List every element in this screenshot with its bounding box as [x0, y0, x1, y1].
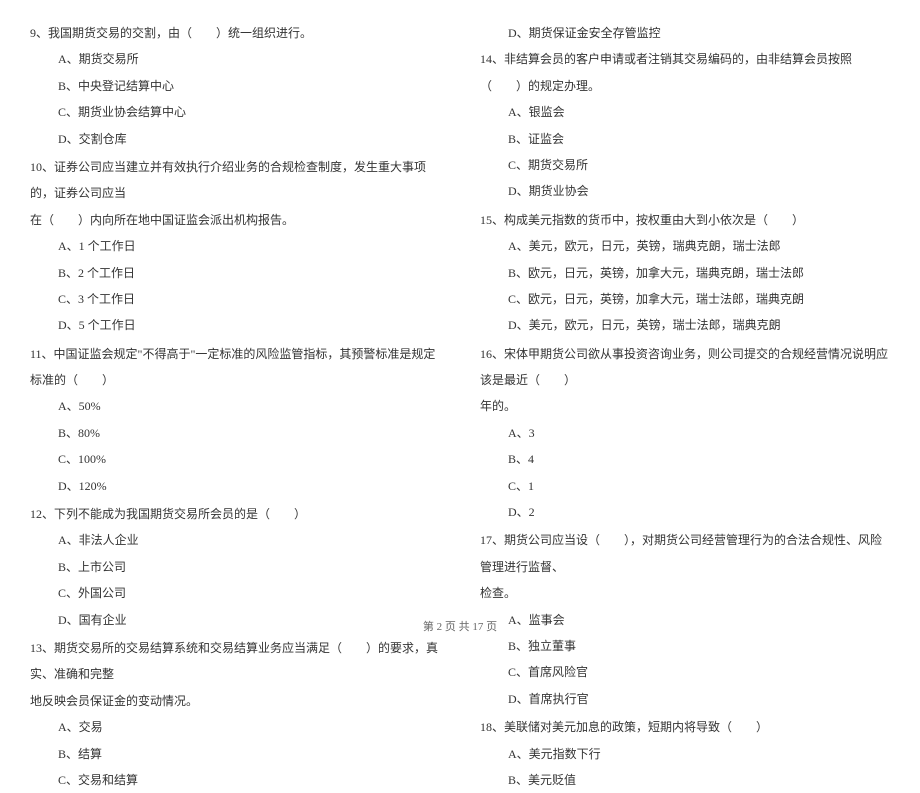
question-text: 15、构成美元指数的货币中，按权重由大到小依次是（ ）	[480, 207, 890, 233]
question-18: 18、美联储对美元加息的政策，短期内将导致（ ） A、美元指数下行 B、美元贬值	[480, 714, 890, 793]
question-text-line1: 10、证券公司应当建立并有效执行介绍业务的合规检查制度，发生重大事项的，证券公司…	[30, 154, 440, 207]
option-d: D、5 个工作日	[30, 312, 440, 338]
option-a: A、美元指数下行	[480, 741, 890, 767]
question-text-line1: 16、宋体甲期货公司欲从事投资咨询业务，则公司提交的合规经营情况说明应该是最近（…	[480, 341, 890, 394]
option-c: C、首席风险官	[480, 659, 890, 685]
option-b: B、4	[480, 446, 890, 472]
option-b: B、80%	[30, 420, 440, 446]
question-13: 13、期货交易所的交易结算系统和交易结算业务应当满足（ ）的要求，真实、准确和完…	[30, 635, 440, 793]
question-11: 11、中国证监会规定"不得高于"一定标准的风险监管指标，其预警标准是规定标准的（…	[30, 341, 440, 499]
option-c: C、期货交易所	[480, 152, 890, 178]
option-a: A、3	[480, 420, 890, 446]
question-14: 14、非结算会员的客户申请或者注销其交易编码的，由非结算会员按照（ ）的规定办理…	[480, 46, 890, 204]
option-a: A、交易	[30, 714, 440, 740]
option-d: D、国有企业	[30, 607, 440, 633]
option-a: A、银监会	[480, 99, 890, 125]
question-text: 14、非结算会员的客户申请或者注销其交易编码的，由非结算会员按照（ ）的规定办理…	[480, 46, 890, 99]
question-10: 10、证券公司应当建立并有效执行介绍业务的合规检查制度，发生重大事项的，证券公司…	[30, 154, 440, 339]
question-text: 12、下列不能成为我国期货交易所会员的是（ ）	[30, 501, 440, 527]
option-c: C、欧元，日元，英镑，加拿大元，瑞士法郎，瑞典克朗	[480, 286, 890, 312]
option-b: B、中央登记结算中心	[30, 73, 440, 99]
option-a: A、美元，欧元，日元，英镑，瑞典克朗，瑞士法郎	[480, 233, 890, 259]
question-text-line2: 检查。	[480, 580, 890, 606]
question-17: 17、期货公司应当设（ ），对期货公司经营管理行为的合法合规性、风险管理进行监督…	[480, 527, 890, 712]
option-a: A、50%	[30, 393, 440, 419]
option-d: D、交割仓库	[30, 126, 440, 152]
option-b: B、2 个工作日	[30, 260, 440, 286]
right-column: D、期货保证金安全存管监控 14、非结算会员的客户申请或者注销其交易编码的，由非…	[480, 20, 890, 610]
option-b: B、美元贬值	[480, 767, 890, 793]
option-d: D、2	[480, 499, 890, 525]
option-c: C、期货业协会结算中心	[30, 99, 440, 125]
option-d: D、美元，欧元，日元，英镑，瑞士法郎，瑞典克朗	[480, 312, 890, 338]
left-column: 9、我国期货交易的交割，由（ ）统一组织进行。 A、期货交易所 B、中央登记结算…	[30, 20, 440, 610]
option-c: C、外国公司	[30, 580, 440, 606]
option-b: B、独立董事	[480, 633, 890, 659]
question-text: 18、美联储对美元加息的政策，短期内将导致（ ）	[480, 714, 890, 740]
question-16: 16、宋体甲期货公司欲从事投资咨询业务，则公司提交的合规经营情况说明应该是最近（…	[480, 341, 890, 526]
question-text: 9、我国期货交易的交割，由（ ）统一组织进行。	[30, 20, 440, 46]
option-d: D、120%	[30, 473, 440, 499]
option-d: D、首席执行官	[480, 686, 890, 712]
option-a: A、监事会	[480, 607, 890, 633]
question-text-line1: 17、期货公司应当设（ ），对期货公司经营管理行为的合法合规性、风险管理进行监督…	[480, 527, 890, 580]
two-column-layout: 9、我国期货交易的交割，由（ ）统一组织进行。 A、期货交易所 B、中央登记结算…	[30, 20, 890, 610]
option-b: B、证监会	[480, 126, 890, 152]
option-b: B、欧元，日元，英镑，加拿大元，瑞典克朗，瑞士法郎	[480, 260, 890, 286]
option-b: B、结算	[30, 741, 440, 767]
question-15: 15、构成美元指数的货币中，按权重由大到小依次是（ ） A、美元，欧元，日元，英…	[480, 207, 890, 339]
question-text-line2: 在（ ）内向所在地中国证监会派出机构报告。	[30, 207, 440, 233]
question-9: 9、我国期货交易的交割，由（ ）统一组织进行。 A、期货交易所 B、中央登记结算…	[30, 20, 440, 152]
option-c: C、3 个工作日	[30, 286, 440, 312]
option-b: B、上市公司	[30, 554, 440, 580]
question-12: 12、下列不能成为我国期货交易所会员的是（ ） A、非法人企业 B、上市公司 C…	[30, 501, 440, 633]
option-a: A、期货交易所	[30, 46, 440, 72]
question-text: 11、中国证监会规定"不得高于"一定标准的风险监管指标，其预警标准是规定标准的（…	[30, 341, 440, 394]
option-d: D、期货业协会	[480, 178, 890, 204]
question-text-line2: 年的。	[480, 393, 890, 419]
question-text-line1: 13、期货交易所的交易结算系统和交易结算业务应当满足（ ）的要求，真实、准确和完…	[30, 635, 440, 688]
option-a: A、非法人企业	[30, 527, 440, 553]
option-d-q13: D、期货保证金安全存管监控	[480, 20, 890, 46]
option-a: A、1 个工作日	[30, 233, 440, 259]
option-c: C、交易和结算	[30, 767, 440, 793]
question-text-line2: 地反映会员保证金的变动情况。	[30, 688, 440, 714]
option-c: C、1	[480, 473, 890, 499]
option-c: C、100%	[30, 446, 440, 472]
